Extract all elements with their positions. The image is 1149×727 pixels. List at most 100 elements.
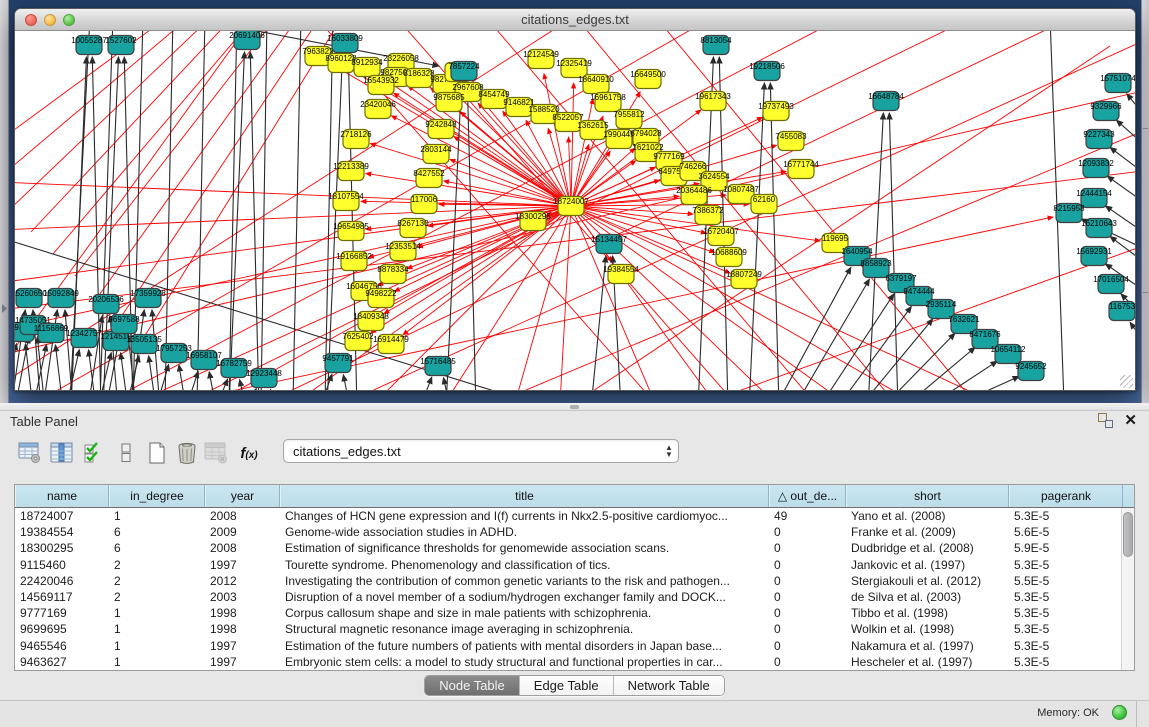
table-row[interactable]: 1830029562008Estimation of significance … <box>15 540 1134 556</box>
graph-node-label: 18300295 <box>515 212 551 221</box>
select-all-button[interactable] <box>80 440 106 466</box>
graph-node-label: 1527602 <box>105 36 137 45</box>
graph-node-label: 15751074 <box>1100 74 1135 83</box>
graph-edge <box>571 83 574 206</box>
divider-collapse-arrow-icon[interactable] <box>2 304 7 313</box>
horizontal-splitter[interactable] <box>0 403 1149 411</box>
tab-edge-table[interactable]: Edge Table <box>520 676 614 695</box>
table-cell: 9463627 <box>15 655 109 669</box>
graph-edge <box>33 345 46 390</box>
column-header-short[interactable]: short <box>846 485 1009 507</box>
graph-node-label: 2935114 <box>926 300 957 309</box>
tab-node-table[interactable]: Node Table <box>425 676 520 695</box>
delete-table-button[interactable] <box>203 440 229 466</box>
graph-edge <box>149 356 156 390</box>
graph-node-label: 23420046 <box>360 100 396 109</box>
graph-node-label: 9329966 <box>1090 102 1122 111</box>
graph-edge <box>179 365 186 390</box>
new-column-button[interactable] <box>144 440 170 466</box>
table-cell: 1997 <box>205 655 280 669</box>
function-builder-button[interactable]: f(x) <box>236 440 262 466</box>
table-cell: 5.9E-5 <box>1009 541 1123 555</box>
table-header-row: namein_degreeyeartitle△ out_de...shortpa… <box>15 485 1134 508</box>
graph-node-label: 17016504 <box>1093 275 1129 284</box>
close-panel-icon[interactable]: ✕ <box>1124 413 1137 428</box>
graph-node-label: 18807249 <box>726 270 762 279</box>
column-header-in_degree[interactable]: in_degree <box>109 485 205 507</box>
graph-node-label: 9875685 <box>433 93 465 102</box>
network-canvas[interactable]: 1872400779638228960128891293423226058982… <box>15 31 1135 390</box>
table-mode-button[interactable] <box>17 440 43 466</box>
graph-node-label: 8912934 <box>351 58 383 67</box>
table-cell: 9777169 <box>15 606 109 620</box>
table-row[interactable]: 977716911998Corpus callosum shape and si… <box>15 605 1134 621</box>
delete-column-button[interactable] <box>174 440 200 466</box>
table-row[interactable]: 946362711997Embryonic stem cells: a mode… <box>15 654 1134 670</box>
vertical-scrollbar[interactable] <box>1121 508 1134 670</box>
table-cell: 1 <box>109 606 205 620</box>
column-header-out_de[interactable]: △ out_de... <box>769 485 846 507</box>
graph-node-label: 12325419 <box>556 59 592 68</box>
table-row[interactable]: 1456911722003Disruption of a novel membe… <box>15 589 1134 605</box>
graph-edge <box>571 206 915 390</box>
trash-icon <box>176 441 198 465</box>
column-header-year[interactable]: year <box>205 485 280 507</box>
table-cell: 2 <box>109 574 205 588</box>
table-cell: 0 <box>769 639 846 653</box>
table-cell: 5.3E-5 <box>1009 606 1123 620</box>
table-cell: 22420046 <box>15 574 109 588</box>
table-row[interactable]: 1938455462009Genome-wide association stu… <box>15 524 1134 540</box>
graph-node-label: 6794028 <box>630 129 662 138</box>
graph-node-label: 9474444 <box>903 287 935 296</box>
graph-node-label: 8813054 <box>700 36 732 45</box>
network-window-titlebar[interactable]: citations_edges.txt <box>15 9 1135 31</box>
column-header-name[interactable]: name <box>15 485 109 507</box>
table-selector-dropdown[interactable]: citations_edges.txt ▲▼ <box>283 439 679 463</box>
table-panel-title: Table Panel <box>10 414 78 429</box>
row-height-button[interactable] <box>113 440 139 466</box>
table-cell: 1 <box>109 639 205 653</box>
right-panel-divider[interactable] <box>1141 0 1149 403</box>
graph-node-label: 16771744 <box>783 160 819 169</box>
scrollbar-thumb[interactable] <box>1123 512 1133 557</box>
graph-edge <box>575 31 895 390</box>
table-row[interactable]: 1872400712008Changes of HCN gene express… <box>15 508 1134 524</box>
table-row[interactable]: 969969511998Structural magnetic resonanc… <box>15 621 1134 637</box>
table-cell: 0 <box>769 590 846 604</box>
graph-node-label: 1640954 <box>841 247 873 256</box>
splitter-knob[interactable] <box>570 405 579 409</box>
table-row[interactable]: 911546021997Tourette syndrome. Phenomeno… <box>15 557 1134 573</box>
window-resize-grip[interactable] <box>1120 375 1133 388</box>
graph-node-label: 8267130 <box>397 219 429 228</box>
graph-node-label: 9227343 <box>1083 130 1115 139</box>
graph-node-label: 23226058 <box>383 54 419 63</box>
graph-node-label: 18409348 <box>353 312 389 321</box>
table-cell: 6 <box>109 525 205 539</box>
table-cell: 2003 <box>205 590 280 604</box>
graph-edge <box>325 31 333 390</box>
table-row[interactable]: 946554611997Estimation of the future num… <box>15 638 1134 654</box>
graph-node-label: 119695 <box>822 234 849 243</box>
table-row[interactable]: 2242004622012Investigating the contribut… <box>15 573 1134 589</box>
graph-node-label: 15092849 <box>43 289 79 298</box>
table-cell: 0 <box>769 525 846 539</box>
column-header-pagerank[interactable]: pagerank <box>1009 485 1123 507</box>
select-columns-button[interactable] <box>48 440 74 466</box>
table-body: 1872400712008Changes of HCN gene express… <box>15 508 1134 670</box>
graph-edge <box>15 31 187 188</box>
graph-node-label: 8427552 <box>413 169 445 178</box>
graph-node-label: 19218506 <box>749 62 785 71</box>
graph-node-label: 18107554 <box>328 192 364 201</box>
graph-edge <box>15 344 17 390</box>
tab-network-table[interactable]: Network Table <box>614 676 724 695</box>
network-view-window[interactable]: citations_edges.txt 18724007796382289601… <box>14 8 1136 391</box>
graph-edge <box>270 389 276 390</box>
table-cell: 2 <box>109 558 205 572</box>
left-panel-divider[interactable] <box>0 0 9 403</box>
graph-edge <box>882 333 955 390</box>
column-header-title[interactable]: title <box>280 485 769 507</box>
graph-edge <box>794 279 869 390</box>
graph-node-label: 19617343 <box>695 92 731 101</box>
graph-node-label: 20206536 <box>88 295 124 304</box>
float-panel-icon[interactable] <box>1098 413 1113 428</box>
